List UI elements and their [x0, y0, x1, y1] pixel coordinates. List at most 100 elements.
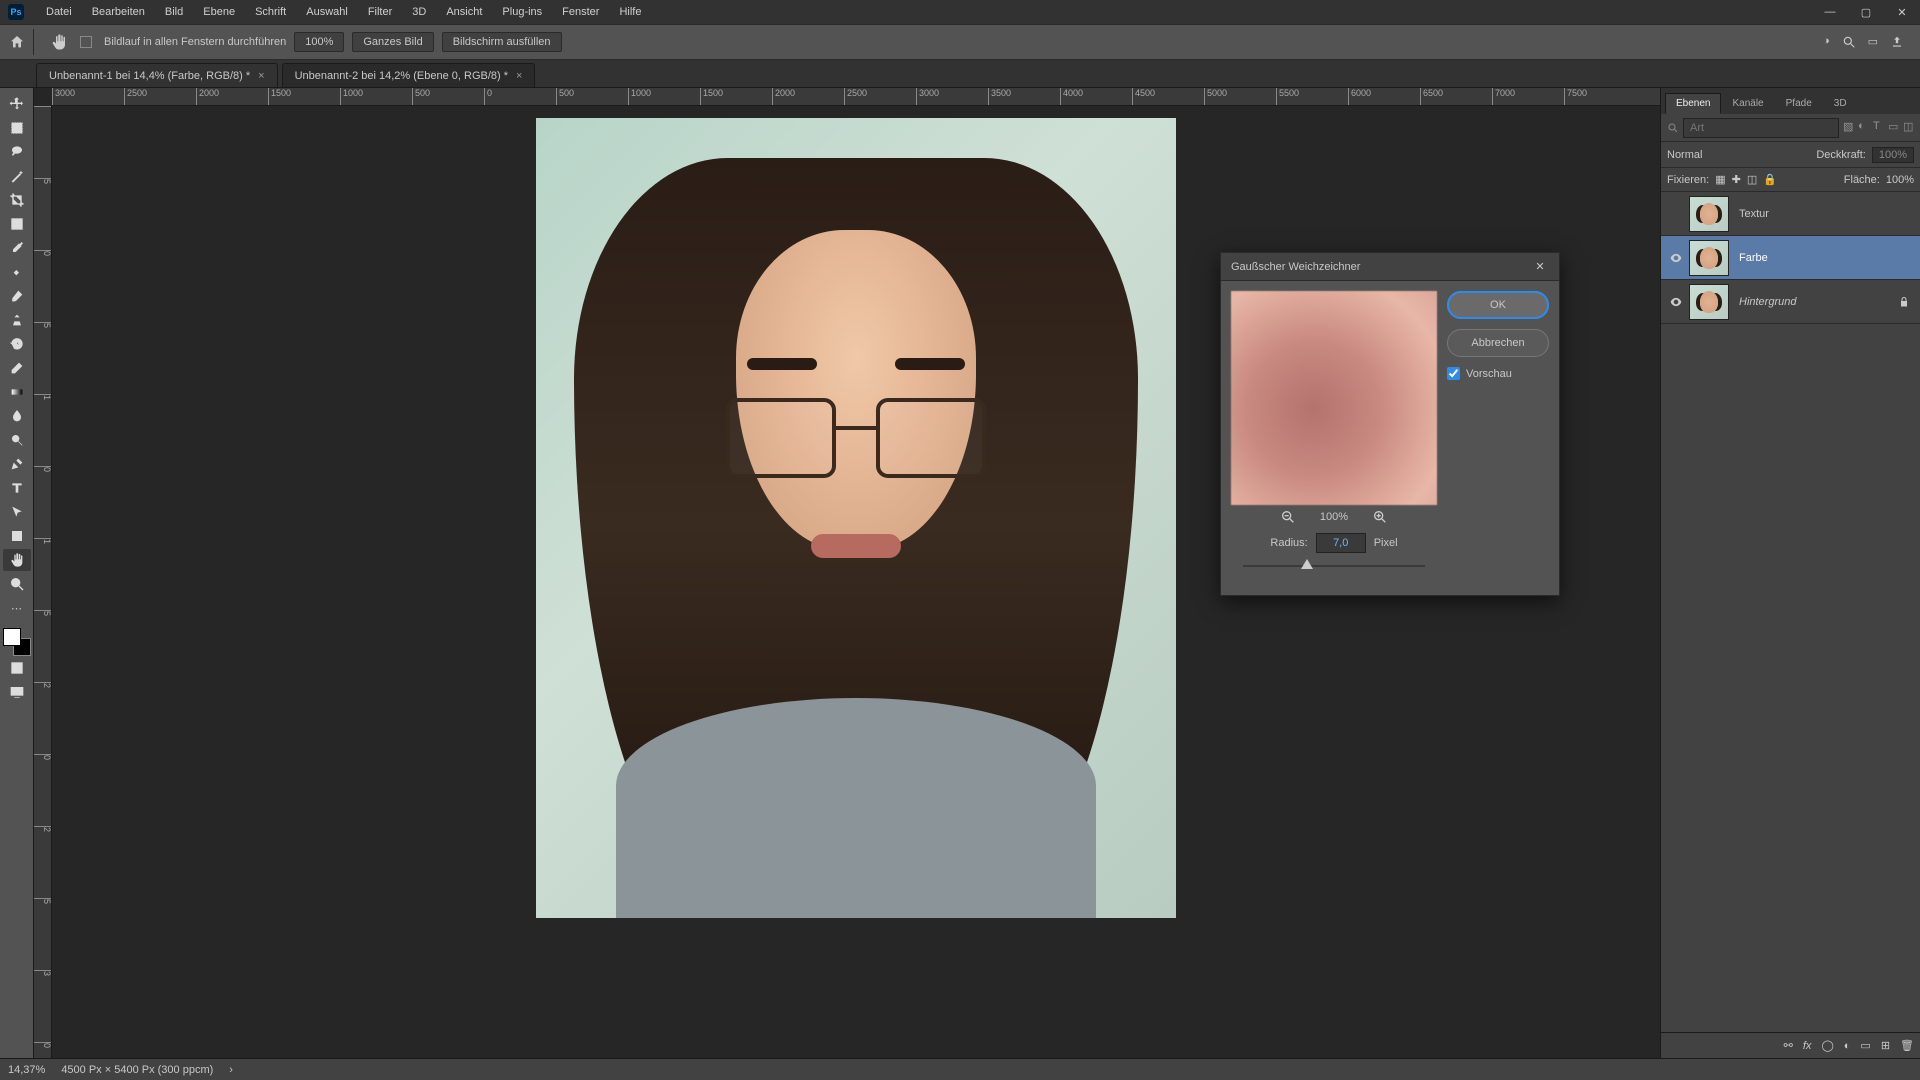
group-icon[interactable]: ▭ — [1860, 1039, 1870, 1052]
quick-mask-toggle[interactable] — [3, 657, 31, 679]
delete-layer-icon[interactable]: 🗑 — [1900, 1039, 1914, 1052]
share-icon[interactable] — [1890, 35, 1904, 49]
layer-row[interactable]: Hintergrund — [1661, 280, 1920, 324]
close-window-button[interactable]: ✕ — [1884, 0, 1920, 24]
visibility-toggle[interactable] — [1663, 251, 1689, 265]
dialog-close-icon[interactable]: ✕ — [1531, 258, 1549, 276]
hand-tool[interactable] — [3, 549, 31, 571]
menu-bild[interactable]: Bild — [155, 0, 193, 24]
panel-tab-3d[interactable]: 3D — [1823, 93, 1858, 114]
dialog-titlebar[interactable]: Gaußscher Weichzeichner ✕ — [1221, 253, 1559, 281]
filter-adjust-icon[interactable]: ◐ — [1858, 120, 1869, 136]
menu-fenster[interactable]: Fenster — [552, 0, 609, 24]
cancel-button[interactable]: Abbrechen — [1447, 329, 1549, 357]
panel-tab-kanäle[interactable]: Kanäle — [1721, 93, 1774, 114]
fill-value[interactable]: 100% — [1886, 174, 1914, 186]
filter-image-icon[interactable]: ▧ — [1843, 120, 1854, 136]
magic-wand-tool[interactable] — [3, 165, 31, 187]
document-tab[interactable]: Unbenannt-1 bei 14,4% (Farbe, RGB/8) *× — [36, 63, 278, 87]
pen-tool[interactable] — [3, 453, 31, 475]
menu-hilfe[interactable]: Hilfe — [609, 0, 651, 24]
lock-pixels-icon[interactable]: ▦ — [1715, 173, 1725, 186]
ruler-horizontal[interactable]: 3000250020001500100050005001000150020002… — [52, 88, 1660, 106]
filter-preview[interactable] — [1231, 291, 1437, 505]
zoom-percent-field[interactable]: 100% — [294, 32, 344, 52]
filter-smart-icon[interactable]: ◫ — [1903, 120, 1914, 136]
layer-name[interactable]: Farbe — [1739, 252, 1898, 264]
fit-image-button[interactable]: Ganzes Bild — [352, 32, 433, 52]
workspace-icon[interactable]: ▭ — [1868, 35, 1878, 49]
type-tool[interactable] — [3, 477, 31, 499]
path-select-tool[interactable] — [3, 501, 31, 523]
ruler-vertical[interactable]: 50510152025303540455055 — [34, 106, 52, 1058]
zoom-in-icon[interactable] — [1372, 509, 1388, 525]
menu-ebene[interactable]: Ebene — [193, 0, 245, 24]
ok-button[interactable]: OK — [1447, 291, 1549, 319]
radius-input[interactable] — [1316, 533, 1366, 553]
color-swatches[interactable] — [3, 628, 31, 656]
menu-auswahl[interactable]: Auswahl — [296, 0, 358, 24]
adjustment-layer-icon[interactable]: ◐ — [1844, 1040, 1851, 1052]
layer-name[interactable]: Hintergrund — [1739, 296, 1898, 308]
menu-datei[interactable]: Datei — [36, 0, 82, 24]
shape-tool[interactable] — [3, 525, 31, 547]
eraser-tool[interactable] — [3, 357, 31, 379]
status-chevron-icon[interactable]: › — [229, 1064, 233, 1076]
visibility-toggle[interactable] — [1663, 295, 1689, 309]
tab-close-icon[interactable]: × — [516, 70, 522, 82]
layer-fx-icon[interactable]: fx — [1803, 1040, 1812, 1052]
move-tool[interactable] — [3, 93, 31, 115]
menu-schrift[interactable]: Schrift — [245, 0, 296, 24]
layer-row[interactable]: Farbe — [1661, 236, 1920, 280]
document-tab[interactable]: Unbenannt-2 bei 14,2% (Ebene 0, RGB/8) *… — [282, 63, 536, 87]
status-zoom[interactable]: 14,37% — [8, 1064, 45, 1076]
history-brush-tool[interactable] — [3, 333, 31, 355]
healing-brush-tool[interactable] — [3, 261, 31, 283]
cloud-icon[interactable]: ◑ — [1823, 35, 1830, 49]
dodge-tool[interactable] — [3, 429, 31, 451]
link-layers-icon[interactable]: ⚯ — [1784, 1039, 1793, 1052]
layer-mask-icon[interactable]: ◯ — [1821, 1039, 1833, 1052]
status-docinfo[interactable]: 4500 Px × 5400 Px (300 ppcm) — [61, 1064, 213, 1076]
filter-shape-icon[interactable]: ▭ — [1888, 120, 1899, 136]
minimize-button[interactable]: — — [1812, 0, 1848, 24]
screen-mode-toggle[interactable] — [3, 681, 31, 703]
maximize-button[interactable]: ▢ — [1848, 0, 1884, 24]
panel-tab-ebenen[interactable]: Ebenen — [1665, 93, 1721, 114]
lasso-tool[interactable] — [3, 141, 31, 163]
hand-tool-icon[interactable] — [46, 29, 72, 55]
menu-bearbeiten[interactable]: Bearbeiten — [82, 0, 155, 24]
radius-slider[interactable] — [1243, 557, 1425, 575]
lock-icon[interactable] — [1898, 296, 1918, 308]
brush-tool[interactable] — [3, 285, 31, 307]
layer-thumbnail[interactable] — [1689, 284, 1729, 320]
panel-tab-pfade[interactable]: Pfade — [1775, 93, 1823, 114]
edit-toolbar[interactable]: ⋯ — [3, 597, 31, 619]
gradient-tool[interactable] — [3, 381, 31, 403]
tab-close-icon[interactable]: × — [258, 70, 264, 82]
fill-screen-button[interactable]: Bildschirm ausfüllen — [442, 32, 562, 52]
new-layer-icon[interactable]: ⊞ — [1881, 1039, 1890, 1052]
zoom-tool[interactable] — [3, 573, 31, 595]
blend-mode-dropdown[interactable]: Normal — [1667, 149, 1702, 161]
layer-name[interactable]: Textur — [1739, 208, 1898, 220]
zoom-out-icon[interactable] — [1280, 509, 1296, 525]
menu-filter[interactable]: Filter — [358, 0, 402, 24]
frame-tool[interactable] — [3, 213, 31, 235]
clone-stamp-tool[interactable] — [3, 309, 31, 331]
layer-row[interactable]: Textur — [1661, 192, 1920, 236]
preview-checkbox[interactable] — [1447, 367, 1460, 380]
lock-all-icon[interactable]: 🔒 — [1763, 173, 1777, 186]
home-button[interactable] — [8, 29, 34, 55]
scroll-all-checkbox[interactable] — [80, 36, 92, 48]
opacity-value[interactable]: 100% — [1872, 147, 1914, 163]
menu-ansicht[interactable]: Ansicht — [436, 0, 492, 24]
menu-plug-ins[interactable]: Plug-ins — [492, 0, 552, 24]
layer-thumbnail[interactable] — [1689, 240, 1729, 276]
search-icon[interactable] — [1842, 35, 1856, 49]
blur-tool[interactable] — [3, 405, 31, 427]
marquee-tool[interactable] — [3, 117, 31, 139]
lock-artboard-icon[interactable]: ◫ — [1747, 173, 1757, 186]
layer-thumbnail[interactable] — [1689, 196, 1729, 232]
eyedropper-tool[interactable] — [3, 237, 31, 259]
